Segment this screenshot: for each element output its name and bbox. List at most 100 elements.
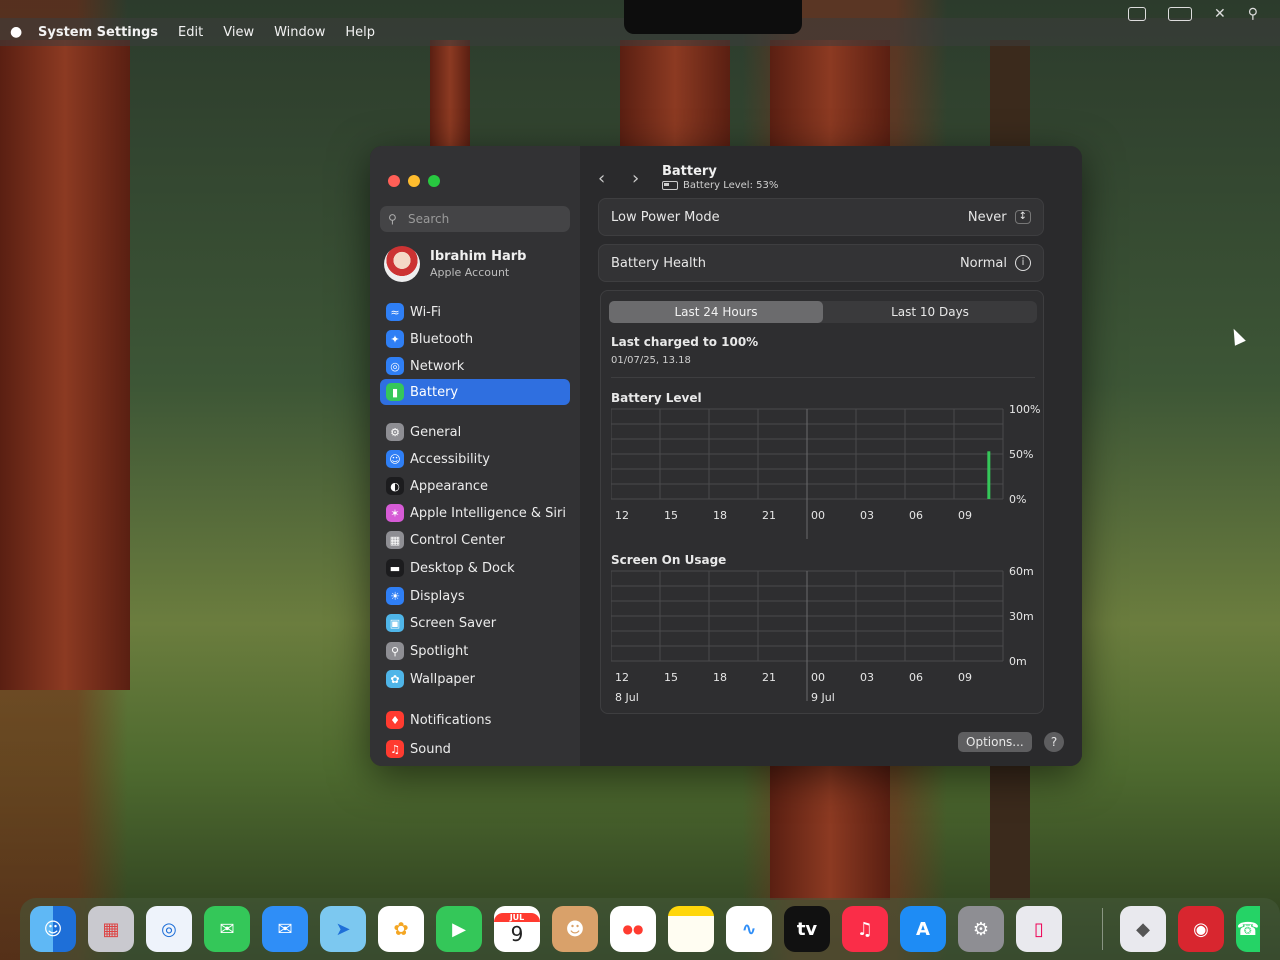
reminders-icon[interactable]: ●● [610, 906, 656, 952]
sidebar-item-bluetooth[interactable]: ✦ Bluetooth [380, 326, 570, 352]
sidebar-item-network[interactable]: ◎ Network [380, 353, 570, 379]
menu-view[interactable]: View [223, 25, 254, 40]
launchpad-icon[interactable]: ▦ [88, 906, 134, 952]
input-source-icon[interactable] [1128, 7, 1146, 21]
y-tick-label: 0m [1009, 655, 1027, 668]
sidebar-item-wifi[interactable]: ≈ Wi-Fi [380, 299, 570, 325]
date-label: 9 Jul [811, 691, 835, 704]
calendar-icon[interactable]: JUL 9 [494, 906, 540, 952]
freeform-icon[interactable]: ∿ [726, 906, 772, 952]
apple-tv-icon[interactable]: tv [784, 906, 830, 952]
page-title: Battery [662, 164, 717, 179]
menu-edit[interactable]: Edit [178, 25, 203, 40]
sidebar-item-label: Wallpaper [410, 671, 476, 687]
sidebar-item-general[interactable]: ⚙ General [380, 419, 570, 445]
minimize-button[interactable] [408, 175, 420, 187]
wifi-off-icon[interactable]: ✕ [1214, 6, 1226, 22]
sidebar-item-label: Accessibility [410, 451, 490, 467]
status-icons: ✕ ⚲ [1128, 6, 1258, 22]
sidebar-item-siri[interactable]: ✶ Apple Intelligence & Siri [380, 500, 570, 526]
iphone-mirroring-icon[interactable]: ▯ [1016, 906, 1062, 952]
sidebar-item-control-center[interactable]: ▦ Control Center [380, 527, 570, 553]
battery-health-row: Battery Health Normal i [598, 244, 1044, 282]
music-icon[interactable]: ♫ [842, 906, 888, 952]
battery-level-subtitle: Battery Level: 53% [662, 180, 778, 191]
globe-icon: ◎ [386, 357, 404, 375]
gear-icon: ⚙ [386, 423, 404, 441]
dock-icon: ▬ [386, 559, 404, 577]
mail-icon[interactable]: ✉ [262, 906, 308, 952]
battery-status-icon[interactable] [1168, 7, 1192, 21]
x-tick-label: 00 [811, 509, 825, 522]
battery-health-label: Battery Health [611, 255, 706, 271]
safari-icon[interactable]: ◎ [146, 906, 192, 952]
info-icon[interactable]: i [1015, 255, 1031, 271]
y-tick-label: 50% [1009, 448, 1033, 461]
photos-icon[interactable]: ✿ [378, 906, 424, 952]
x-tick-label: 18 [713, 509, 727, 522]
low-power-popup[interactable]: Never ↕ [968, 210, 1031, 225]
messages-icon[interactable]: ✉ [204, 906, 250, 952]
apple-menu-icon[interactable]: ● [10, 25, 24, 39]
spotlight-search-icon[interactable]: ⚲ [1248, 6, 1258, 22]
battery-level-chart: 100% 50% 0% 12 15 18 21 00 03 06 09 [611, 403, 1040, 539]
x-tick-label: 15 [664, 509, 678, 522]
bell-icon: ♦ [386, 711, 404, 729]
sidebar-item-label: Displays [410, 588, 465, 604]
sidebar-item-appearance[interactable]: ◐ Appearance [380, 473, 570, 499]
notes-icon[interactable] [668, 906, 714, 952]
options-button[interactable]: Options... [958, 732, 1032, 752]
search-icon: ⚲ [388, 212, 397, 226]
sidebar-item-notifications[interactable]: ♦ Notifications [380, 707, 570, 733]
contacts-icon[interactable]: ☻ [552, 906, 598, 952]
camera-notch [624, 0, 802, 34]
whatsapp-icon[interactable]: ☎ [1236, 906, 1260, 952]
sidebar-item-desktop-dock[interactable]: ▬ Desktop & Dock [380, 555, 570, 581]
facetime-icon[interactable]: ▶ [436, 906, 482, 952]
preview-icon[interactable]: ◆ [1120, 906, 1166, 952]
screen-on-usage-chart: 60m 30m 0m 12 15 18 21 00 03 06 09 8 Jul 9 Jul [611, 565, 1034, 704]
battery-level-text: Battery Level: 53% [683, 180, 779, 191]
app-store-icon[interactable]: A [900, 906, 946, 952]
appearance-icon: ◐ [386, 477, 404, 495]
sidebar-item-screen-saver[interactable]: ▣ Screen Saver [380, 610, 570, 636]
sidebar-item-label: General [410, 424, 462, 440]
last-charged-date: 01/07/25, 13.18 [611, 355, 691, 366]
photo-booth-icon[interactable]: ◉ [1178, 906, 1224, 952]
search-field[interactable]: ⚲ Search [380, 206, 570, 232]
menu-window[interactable]: Window [274, 25, 325, 40]
sidebar-item-sound[interactable]: ♫ Sound [380, 736, 570, 762]
chevron-up-down-icon: ↕ [1014, 210, 1031, 224]
tv-label: tv [796, 918, 818, 940]
system-settings-icon[interactable]: ⚙ [958, 906, 1004, 952]
x-tick-label: 18 [713, 671, 727, 684]
menu-app-name[interactable]: System Settings [38, 25, 158, 40]
y-tick-label: 100% [1009, 403, 1040, 416]
dock: ☺ ▦ ◎ ✉ ✉ ➤ ✿ ▶ JUL 9 ☻ ●● ∿ tv ♫ A ⚙ ▯ … [20, 898, 1280, 960]
mouse-cursor [1228, 326, 1246, 346]
back-arrow-icon[interactable]: ‹ [598, 168, 605, 189]
speaker-icon: ♫ [386, 740, 404, 758]
sidebar-item-spotlight[interactable]: ⚲ Spotlight [380, 638, 570, 664]
battery-pane: ‹ › Battery Battery Level: 53% Low Power… [580, 146, 1082, 766]
close-button[interactable] [388, 175, 400, 187]
menu-help[interactable]: Help [345, 25, 375, 40]
finder-icon[interactable]: ☺ [30, 906, 76, 952]
apple-account[interactable]: Ibrahim Harb Apple Account [384, 246, 526, 282]
tab-last-24-hours[interactable]: Last 24 Hours [609, 301, 823, 323]
x-tick-label: 12 [615, 671, 629, 684]
accessibility-icon: ☺ [386, 450, 404, 468]
help-button[interactable]: ? [1044, 732, 1064, 752]
sidebar-item-battery[interactable]: ▮ Battery [380, 379, 570, 405]
forward-arrow-icon[interactable]: › [632, 168, 639, 189]
sidebar-item-wallpaper[interactable]: ✿ Wallpaper [380, 666, 570, 692]
sidebar-item-accessibility[interactable]: ☺ Accessibility [380, 446, 570, 472]
zoom-button[interactable] [428, 175, 440, 187]
maps-icon[interactable]: ➤ [320, 906, 366, 952]
y-tick-label: 30m [1009, 610, 1034, 623]
divider [611, 377, 1035, 378]
wifi-icon: ≈ [386, 303, 404, 321]
sidebar-item-displays[interactable]: ☀ Displays [380, 583, 570, 609]
battery-icon: ▮ [386, 383, 404, 401]
tab-last-10-days[interactable]: Last 10 Days [823, 301, 1037, 323]
